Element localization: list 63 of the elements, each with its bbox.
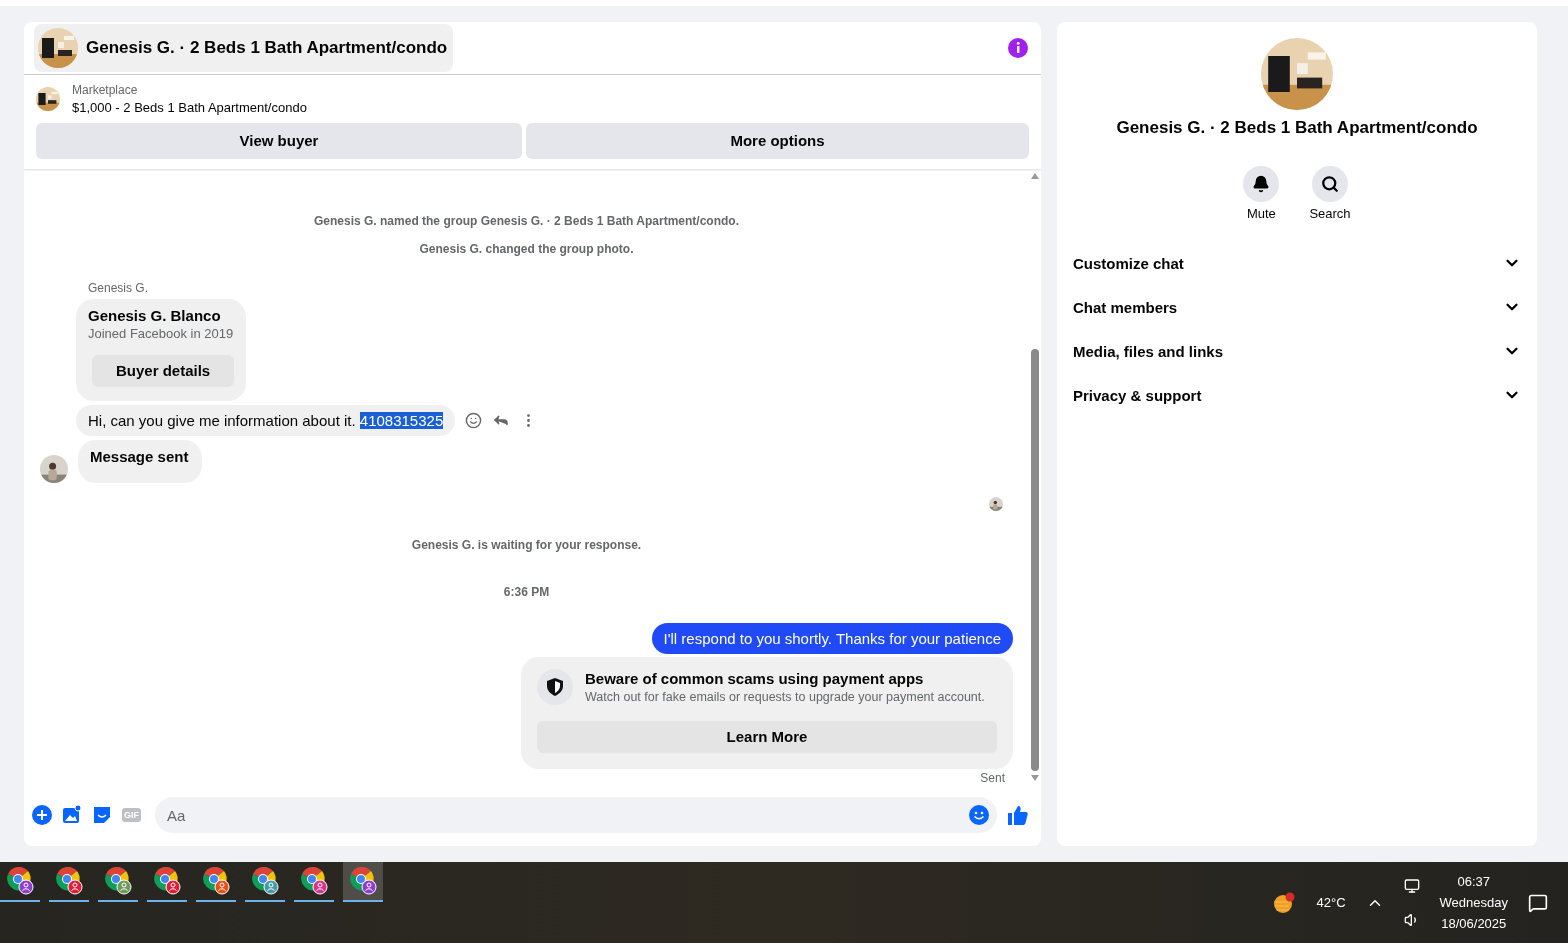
browser-icon[interactable] <box>55 867 83 895</box>
browser-icon[interactable] <box>202 867 230 895</box>
section-row[interactable]: Privacy & support <box>1073 373 1521 417</box>
taskbar-button[interactable] <box>343 862 383 902</box>
action-label: Search <box>1309 206 1351 221</box>
section-label: Chat members <box>1073 298 1178 316</box>
message-bubble: Message sent <box>78 439 203 483</box>
browser-icon[interactable] <box>6 867 34 895</box>
learn-more-button[interactable]: Learn More <box>537 720 997 753</box>
action-label: Mute <box>1246 206 1276 221</box>
scroll-up-icon[interactable] <box>1031 172 1039 179</box>
network-icon[interactable] <box>1403 877 1420 894</box>
notice-text: Watch out for fake emails or requests to upgrade your payment account. <box>585 689 985 704</box>
temperature: 42°C <box>1316 895 1346 910</box>
weather-icon <box>1272 891 1297 914</box>
event-text: Genesis G. is waiting for your response. <box>410 537 643 552</box>
timestamp: 6:36 PM <box>502 584 551 599</box>
event-text: Genesis G. named the group Genesis G. · 2 Beds 1 Bath Apartment/condo. <box>313 213 740 228</box>
browser-icon[interactable] <box>349 867 377 895</box>
listing-summary: $1,000 - 2 Beds 1 Bath Apartment/condo <box>72 99 307 115</box>
clock-time: 06:37 <box>1457 874 1491 889</box>
section-label: Privacy & support <box>1073 386 1202 404</box>
search-button[interactable] <box>1312 166 1348 202</box>
message-field[interactable]: Aa <box>155 797 997 834</box>
browser-icon[interactable] <box>153 867 181 895</box>
browser-icon[interactable] <box>300 867 328 895</box>
message-bubble: Hi, can you give me information about it. 4108315325 <box>76 404 456 436</box>
listing-source: Marketplace <box>72 82 139 97</box>
message-bubble: I'll respond to you shortly. Thanks for your patience <box>651 622 1013 654</box>
image-icon[interactable] <box>62 805 82 826</box>
emoji-icon[interactable] <box>969 805 989 826</box>
bell-icon <box>1252 175 1271 193</box>
react-icon[interactable] <box>465 411 483 429</box>
scrollbar-thumb[interactable] <box>1031 348 1039 771</box>
section-row[interactable]: Chat members <box>1073 285 1521 329</box>
info-icon[interactable] <box>1007 36 1029 59</box>
mute-button[interactable] <box>1243 166 1280 202</box>
sticker-icon[interactable] <box>92 805 112 826</box>
sender-name: Genesis G. <box>88 280 150 295</box>
section-row[interactable]: Customize chat <box>1073 241 1521 285</box>
buyer-name: Genesis G. Blanco <box>88 306 222 324</box>
chat-title: Genesis G. · 2 Beds 1 Bath Apartment/condo <box>86 37 448 58</box>
more-options-button[interactable]: More options <box>526 122 1029 159</box>
section-label: Media, files and links <box>1073 342 1224 360</box>
browser-icon[interactable] <box>104 867 132 895</box>
joined-text: Joined Facebook in 2019 <box>88 325 235 341</box>
clock-date: 18/06/2025 <box>1441 916 1507 931</box>
view-buyer-button[interactable]: View buyer <box>36 122 522 159</box>
notice-title: Beware of common scams using payment apps <box>585 669 925 687</box>
buyer-details-button[interactable]: Buyer details <box>92 354 235 387</box>
plus-icon[interactable] <box>32 805 52 826</box>
notifications-icon[interactable] <box>1528 892 1548 913</box>
sent-status: Sent <box>980 770 1005 785</box>
thumbs-up-icon[interactable] <box>1007 804 1029 827</box>
event-text: Genesis G. changed the group photo. <box>418 241 635 256</box>
browser-icon[interactable] <box>251 867 279 895</box>
clock-day: Wednesday <box>1439 895 1508 910</box>
section-row[interactable]: Media, files and links <box>1073 329 1521 373</box>
search-icon <box>1321 175 1339 193</box>
shield-icon <box>537 668 573 705</box>
scroll-down-icon[interactable] <box>1031 774 1039 781</box>
chat-title: Genesis G. · 2 Beds 1 Bath Apartment/condo <box>1116 118 1478 138</box>
section-label: Customize chat <box>1073 254 1184 272</box>
